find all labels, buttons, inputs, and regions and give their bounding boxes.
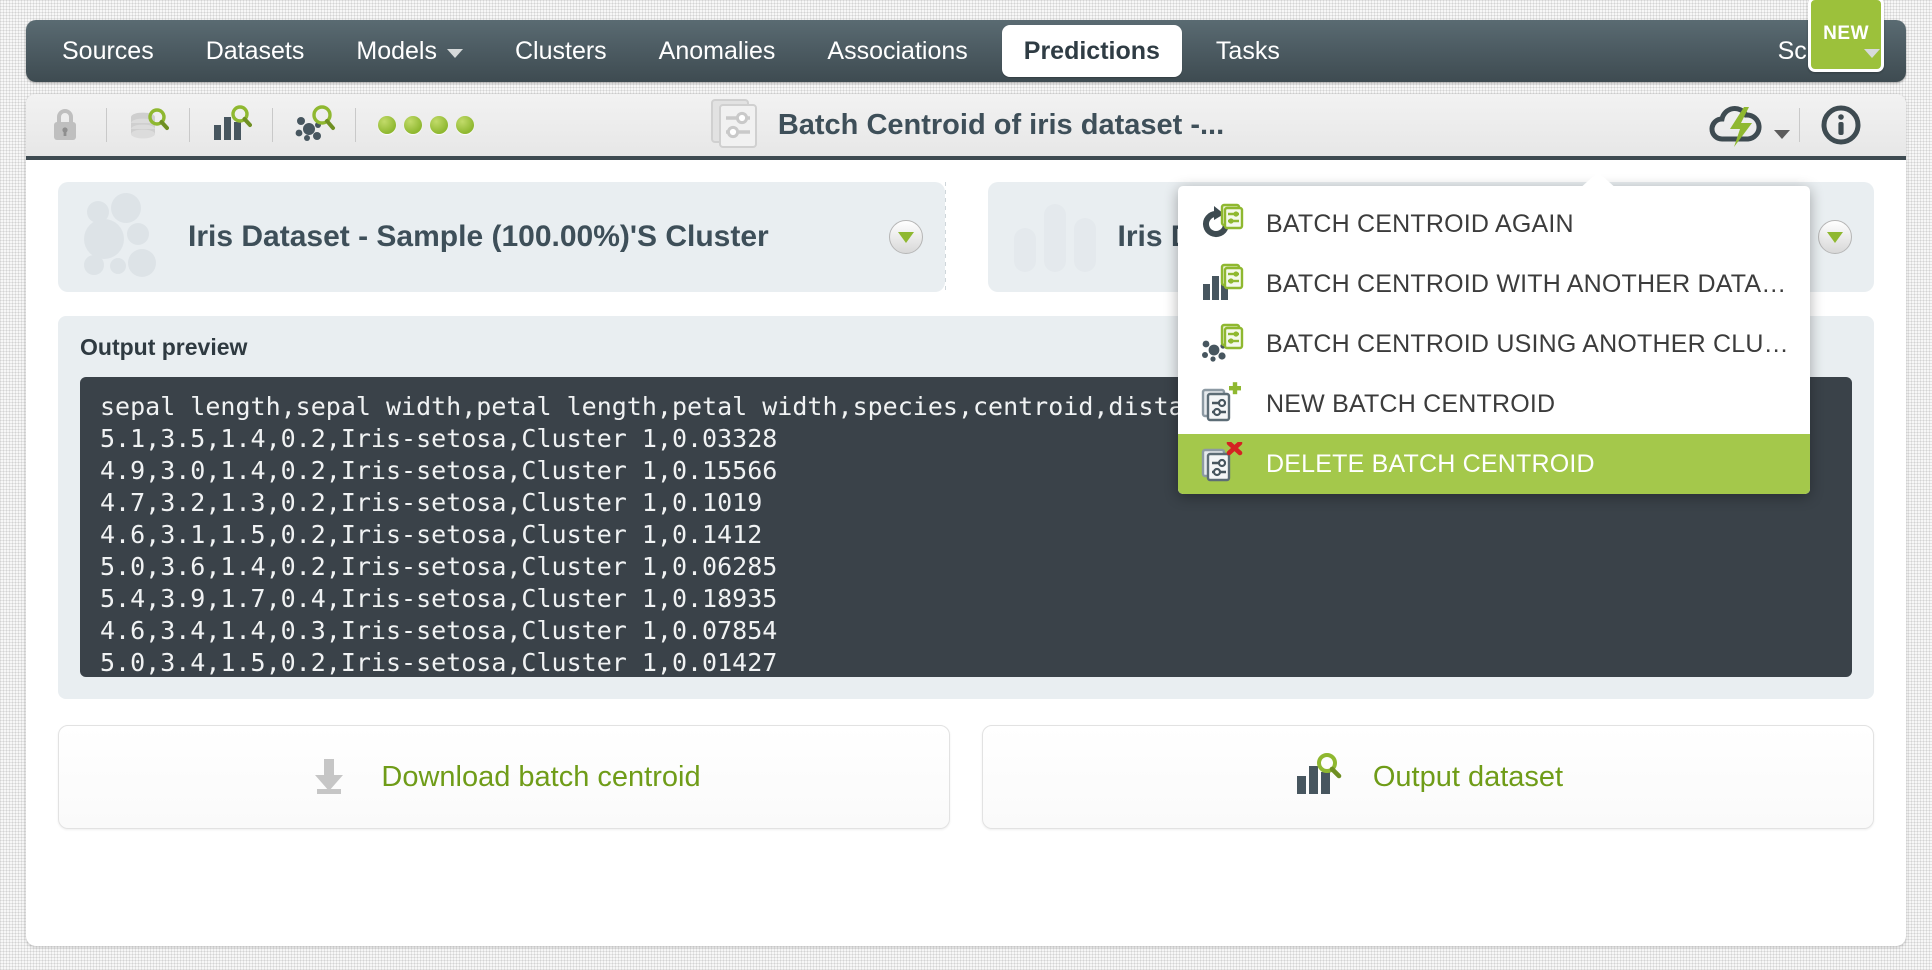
download-batch-centroid-button[interactable]: Download batch centroid	[58, 725, 950, 829]
nav-item-label: Datasets	[205, 37, 305, 65]
toolbar-divider	[272, 108, 273, 142]
toolbar-divider	[106, 108, 107, 142]
actions-dropdown-menu: BATCH CENTROID AGAIN BATCH CENTROID WITH…	[1178, 186, 1810, 494]
nav-item-predictions[interactable]: Predictions	[1001, 25, 1182, 77]
cluster-icon	[76, 192, 176, 283]
menu-item-batch-centroid-with-another-dataset[interactable]: BATCH CENTROID WITH ANOTHER DATASET	[1178, 254, 1810, 314]
new-badge: NEW	[1808, 0, 1884, 72]
nav-item-models[interactable]: Models	[330, 20, 489, 82]
nav-item-associations[interactable]: Associations	[801, 20, 993, 82]
nav-item-label: Models	[356, 37, 437, 65]
menu-item-batch-centroid-again[interactable]: BATCH CENTROID AGAIN	[1178, 194, 1810, 254]
resource-toolbar: Batch Centroid of iris dataset -...	[26, 94, 1906, 160]
nav-item-label: Anomalies	[658, 37, 776, 65]
refresh-batch-icon	[1200, 201, 1246, 247]
card-divider	[944, 182, 946, 292]
nav-item-label: Sources	[62, 37, 154, 65]
toolbar-divider	[355, 108, 356, 142]
toolbar-divider	[189, 108, 190, 142]
status-dot	[430, 116, 448, 134]
dataset-search-icon[interactable]	[109, 92, 187, 158]
toolbar-divider	[1799, 108, 1800, 142]
cluster-source-card[interactable]: Iris Dataset - Sample (100.00%)'S Cluste…	[58, 182, 945, 292]
menu-item-label: BATCH CENTROID AGAIN	[1266, 209, 1574, 238]
download-batch-centroid-label: Download batch centroid	[381, 760, 701, 793]
status-dot	[456, 116, 474, 134]
output-dataset-button[interactable]: Output dataset	[982, 725, 1874, 829]
batch-centroid-icon	[708, 96, 764, 155]
nav-item-label: Clusters	[514, 37, 607, 65]
cluster-search-icon[interactable]	[275, 92, 353, 158]
toolbar-right-actions	[1701, 92, 1906, 158]
chevron-down-icon	[446, 48, 463, 58]
output-dataset-label: Output dataset	[1372, 760, 1564, 793]
nav-item-tasks[interactable]: Tasks	[1190, 20, 1306, 82]
menu-item-delete-batch-centroid[interactable]: DELETE BATCH CENTROID	[1178, 434, 1810, 494]
delete-batch-icon	[1200, 441, 1246, 487]
dataset-search-icon	[1293, 752, 1343, 803]
nav-item-label: Tasks	[1215, 37, 1280, 65]
nav-item-label: Predictions	[1023, 37, 1160, 65]
menu-item-label: NEW BATCH CENTROID	[1266, 389, 1556, 418]
dataset-bars-icon	[1006, 196, 1106, 279]
chevron-down-icon	[1774, 129, 1790, 139]
card-title: Iris Dataset - Sample (100.00%)'S Cluste…	[188, 220, 769, 253]
cloud-lightning-icon[interactable]	[1701, 92, 1797, 158]
action-buttons-row: Download batch centroid Output dataset	[58, 725, 1874, 829]
status-dots	[358, 116, 474, 134]
status-dot	[378, 116, 396, 134]
card-expand-chevron-icon[interactable]	[1818, 220, 1852, 254]
nav-item-datasets[interactable]: Datasets	[180, 20, 331, 82]
lock-icon[interactable]	[26, 92, 104, 158]
menu-item-batch-centroid-using-another-cluster[interactable]: BATCH CENTROID USING ANOTHER CLUST...	[1178, 314, 1810, 374]
model-search-icon[interactable]	[192, 92, 270, 158]
nav-item-scripts[interactable]: NEW Scripts	[1752, 0, 1906, 82]
card-expand-chevron-icon[interactable]	[888, 220, 923, 254]
chevron-down-icon	[1864, 48, 1880, 58]
nav-item-anomalies[interactable]: Anomalies	[633, 20, 802, 82]
page-title: Batch Centroid of iris dataset -...	[777, 108, 1225, 141]
menu-item-new-batch-centroid[interactable]: NEW BATCH CENTROID	[1178, 374, 1810, 434]
download-icon	[307, 753, 351, 802]
nav-item-sources[interactable]: Sources	[26, 20, 180, 82]
cluster-batch-icon	[1200, 321, 1246, 367]
dropdown-notch	[1578, 172, 1618, 190]
menu-item-label: DELETE BATCH CENTROID	[1266, 449, 1595, 478]
nav-item-label: Associations	[827, 37, 968, 65]
new-batch-icon	[1200, 381, 1246, 427]
dataset-batch-icon	[1200, 261, 1246, 307]
menu-item-label: BATCH CENTROID USING ANOTHER CLUST...	[1266, 329, 1790, 358]
status-dot	[404, 116, 422, 134]
nav-item-clusters[interactable]: Clusters	[489, 20, 633, 82]
main-navigation-bar: Sources Datasets Models Clusters Anomali…	[26, 0, 1906, 82]
menu-item-label: BATCH CENTROID WITH ANOTHER DATASET	[1266, 269, 1790, 298]
info-icon[interactable]	[1802, 92, 1880, 158]
